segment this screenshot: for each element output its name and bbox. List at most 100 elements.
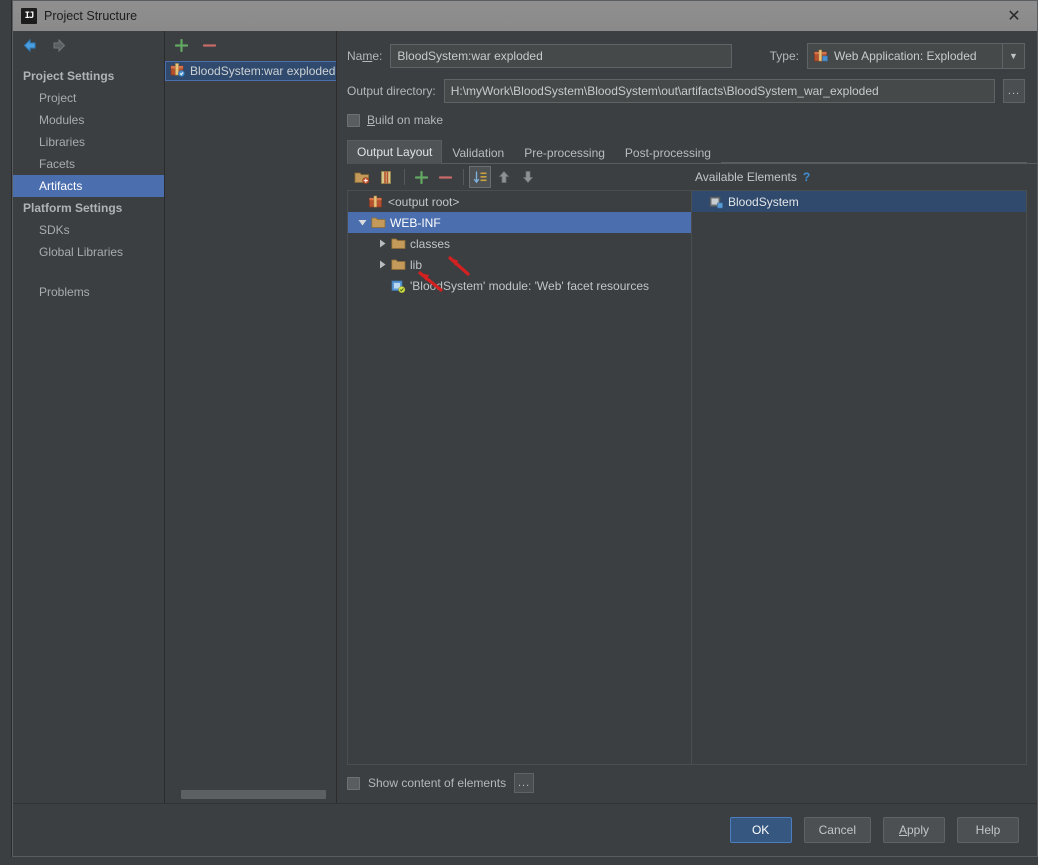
show-content-label: Show content of elements <box>368 776 507 790</box>
available-elements-label: Available Elements <box>695 170 797 184</box>
apply-button[interactable]: Apply <box>883 817 945 843</box>
output-layout-toolbar <box>347 166 691 188</box>
dialog-button-bar: OK Cancel Apply Help <box>13 804 1037 856</box>
artifact-icon <box>170 62 185 80</box>
folder-icon <box>390 237 406 250</box>
toolbar-separator-2 <box>463 169 464 185</box>
chevron-right-icon[interactable] <box>374 260 390 269</box>
ide-vertical-tab-2 <box>0 240 12 300</box>
settings-sidebar: Project Settings Project Modules Librari… <box>13 31 165 803</box>
chevron-down-icon[interactable] <box>354 218 370 227</box>
build-on-make-checkbox[interactable] <box>347 113 360 127</box>
arrow-left-icon[interactable] <box>19 35 39 55</box>
output-layout-tree[interactable]: <output root> WEB-INF classes lib 'Blood… <box>347 190 691 765</box>
artifact-detail-panel: Name: BloodSystem:war exploded Type: Web… <box>337 31 1037 803</box>
sidebar-item-problems[interactable]: Problems <box>13 281 164 303</box>
sidebar-nav-row <box>13 31 164 59</box>
tree-row-classes[interactable]: classes <box>348 233 691 254</box>
arrow-down-icon[interactable] <box>517 166 539 188</box>
tab-pre-processing[interactable]: Pre-processing <box>514 141 615 164</box>
output-directory-row: Output directory: H:\myWork\BloodSystem\… <box>337 69 1037 103</box>
help-button[interactable]: Help <box>957 817 1019 843</box>
minus-icon[interactable] <box>201 37 217 53</box>
toolbar-separator-1 <box>404 169 405 185</box>
output-directory-input[interactable]: H:\myWork\BloodSystem\BloodSystem\out\ar… <box>443 79 995 103</box>
tree-label: <output root> <box>388 194 460 209</box>
available-elements-header: Available Elements ? <box>691 170 1027 184</box>
artifact-name-input[interactable]: BloodSystem:war exploded <box>390 44 733 68</box>
sidebar-item-sdks[interactable]: SDKs <box>13 219 164 241</box>
minus-icon[interactable] <box>434 166 456 188</box>
layout-toolbars: Available Elements ? <box>347 164 1027 190</box>
tree-row-available-bloodsystem[interactable]: BloodSystem <box>692 191 1026 212</box>
artifact-label: BloodSystem:war exploded <box>190 64 336 78</box>
dialog-title: Project Structure <box>44 9 138 23</box>
chevron-down-icon[interactable]: ▼ <box>1002 44 1024 68</box>
tree-row-output-root[interactable]: <output root> <box>348 191 691 212</box>
plus-icon[interactable] <box>410 166 432 188</box>
output-directory-label: Output directory: <box>347 84 436 98</box>
show-content-checkbox[interactable] <box>347 776 360 790</box>
cancel-button[interactable]: Cancel <box>803 817 871 843</box>
dialog-titlebar: IJ Project Structure ✕ <box>13 1 1037 31</box>
tree-row-web-inf[interactable]: WEB-INF <box>348 212 691 233</box>
web-application-icon <box>814 49 828 63</box>
artifact-tabs: Output Layout Validation Pre-processing … <box>347 139 1037 164</box>
artifacts-toolbar <box>165 31 336 59</box>
available-elements-tree[interactable]: BloodSystem <box>691 190 1027 765</box>
plus-icon[interactable] <box>173 37 189 53</box>
show-content-row: Show content of elements ... <box>337 765 1037 803</box>
arrow-up-icon[interactable] <box>493 166 515 188</box>
chevron-right-icon[interactable] <box>374 239 390 248</box>
list-item-artifact[interactable]: BloodSystem:war exploded <box>165 61 336 81</box>
archive-icon[interactable] <box>375 166 397 188</box>
type-combo-text: Web Application: Exploded <box>808 49 1002 63</box>
sidebar-item-modules[interactable]: Modules <box>13 109 164 131</box>
artifacts-list: BloodSystem:war exploded <box>165 59 336 785</box>
build-on-make-row: Build on make <box>337 103 1037 127</box>
intellij-idea-icon: IJ <box>21 8 37 24</box>
artifacts-horizontal-scrollbar[interactable] <box>165 785 336 803</box>
sort-icon[interactable] <box>469 166 491 188</box>
module-icon <box>708 195 724 209</box>
sidebar-item-artifacts[interactable]: Artifacts <box>13 175 164 197</box>
name-type-row: Name: BloodSystem:war exploded Type: Web… <box>337 31 1037 69</box>
folder-add-icon[interactable] <box>351 166 373 188</box>
scrollbar-thumb[interactable] <box>181 789 326 799</box>
folder-icon <box>390 258 406 271</box>
dialog-body: Project Settings Project Modules Librari… <box>13 31 1037 804</box>
tree-row-module-facet-resources[interactable]: 'BloodSystem' module: 'Web' facet resour… <box>348 275 691 296</box>
tab-validation[interactable]: Validation <box>442 141 514 164</box>
tree-label: WEB-INF <box>390 215 441 230</box>
sidebar-item-facets[interactable]: Facets <box>13 153 164 175</box>
help-icon[interactable]: ? <box>803 170 810 184</box>
ok-button[interactable]: OK <box>729 817 792 843</box>
module-facet-icon <box>390 279 406 293</box>
show-content-options-button[interactable]: ... <box>514 773 535 793</box>
ide-left-toolwindow-strip <box>0 0 12 865</box>
artifact-type-select[interactable]: Web Application: Exploded ▼ <box>807 43 1025 69</box>
output-directory-browse-button[interactable]: ... <box>1003 79 1025 103</box>
output-layout-area: Available Elements ? <output root> WEB-I… <box>347 164 1027 765</box>
arrow-right-icon[interactable] <box>49 35 69 55</box>
ide-vertical-tab-1 <box>0 160 12 220</box>
type-label: Type: <box>769 49 799 63</box>
artifact-icon <box>368 195 384 209</box>
name-label: Name: <box>347 49 383 63</box>
sidebar-item-libraries[interactable]: Libraries <box>13 131 164 153</box>
tree-row-lib[interactable]: lib <box>348 254 691 275</box>
sidebar-item-global-libraries[interactable]: Global Libraries <box>13 241 164 263</box>
project-structure-dialog: IJ Project Structure ✕ Project Settings … <box>12 0 1038 857</box>
ide-bottom-strip <box>0 857 1038 865</box>
sidebar-item-project[interactable]: Project <box>13 87 164 109</box>
tree-label: BloodSystem <box>728 194 799 209</box>
close-icon[interactable]: ✕ <box>991 1 1037 31</box>
sidebar-items: Project Settings Project Modules Librari… <box>13 59 164 803</box>
tab-filler <box>720 162 1027 163</box>
tab-post-processing[interactable]: Post-processing <box>615 141 721 164</box>
tree-label: lib <box>410 257 423 272</box>
artifacts-list-panel: BloodSystem:war exploded <box>165 31 337 803</box>
type-value: Web Application: Exploded <box>834 49 977 63</box>
tab-output-layout[interactable]: Output Layout <box>347 140 443 164</box>
